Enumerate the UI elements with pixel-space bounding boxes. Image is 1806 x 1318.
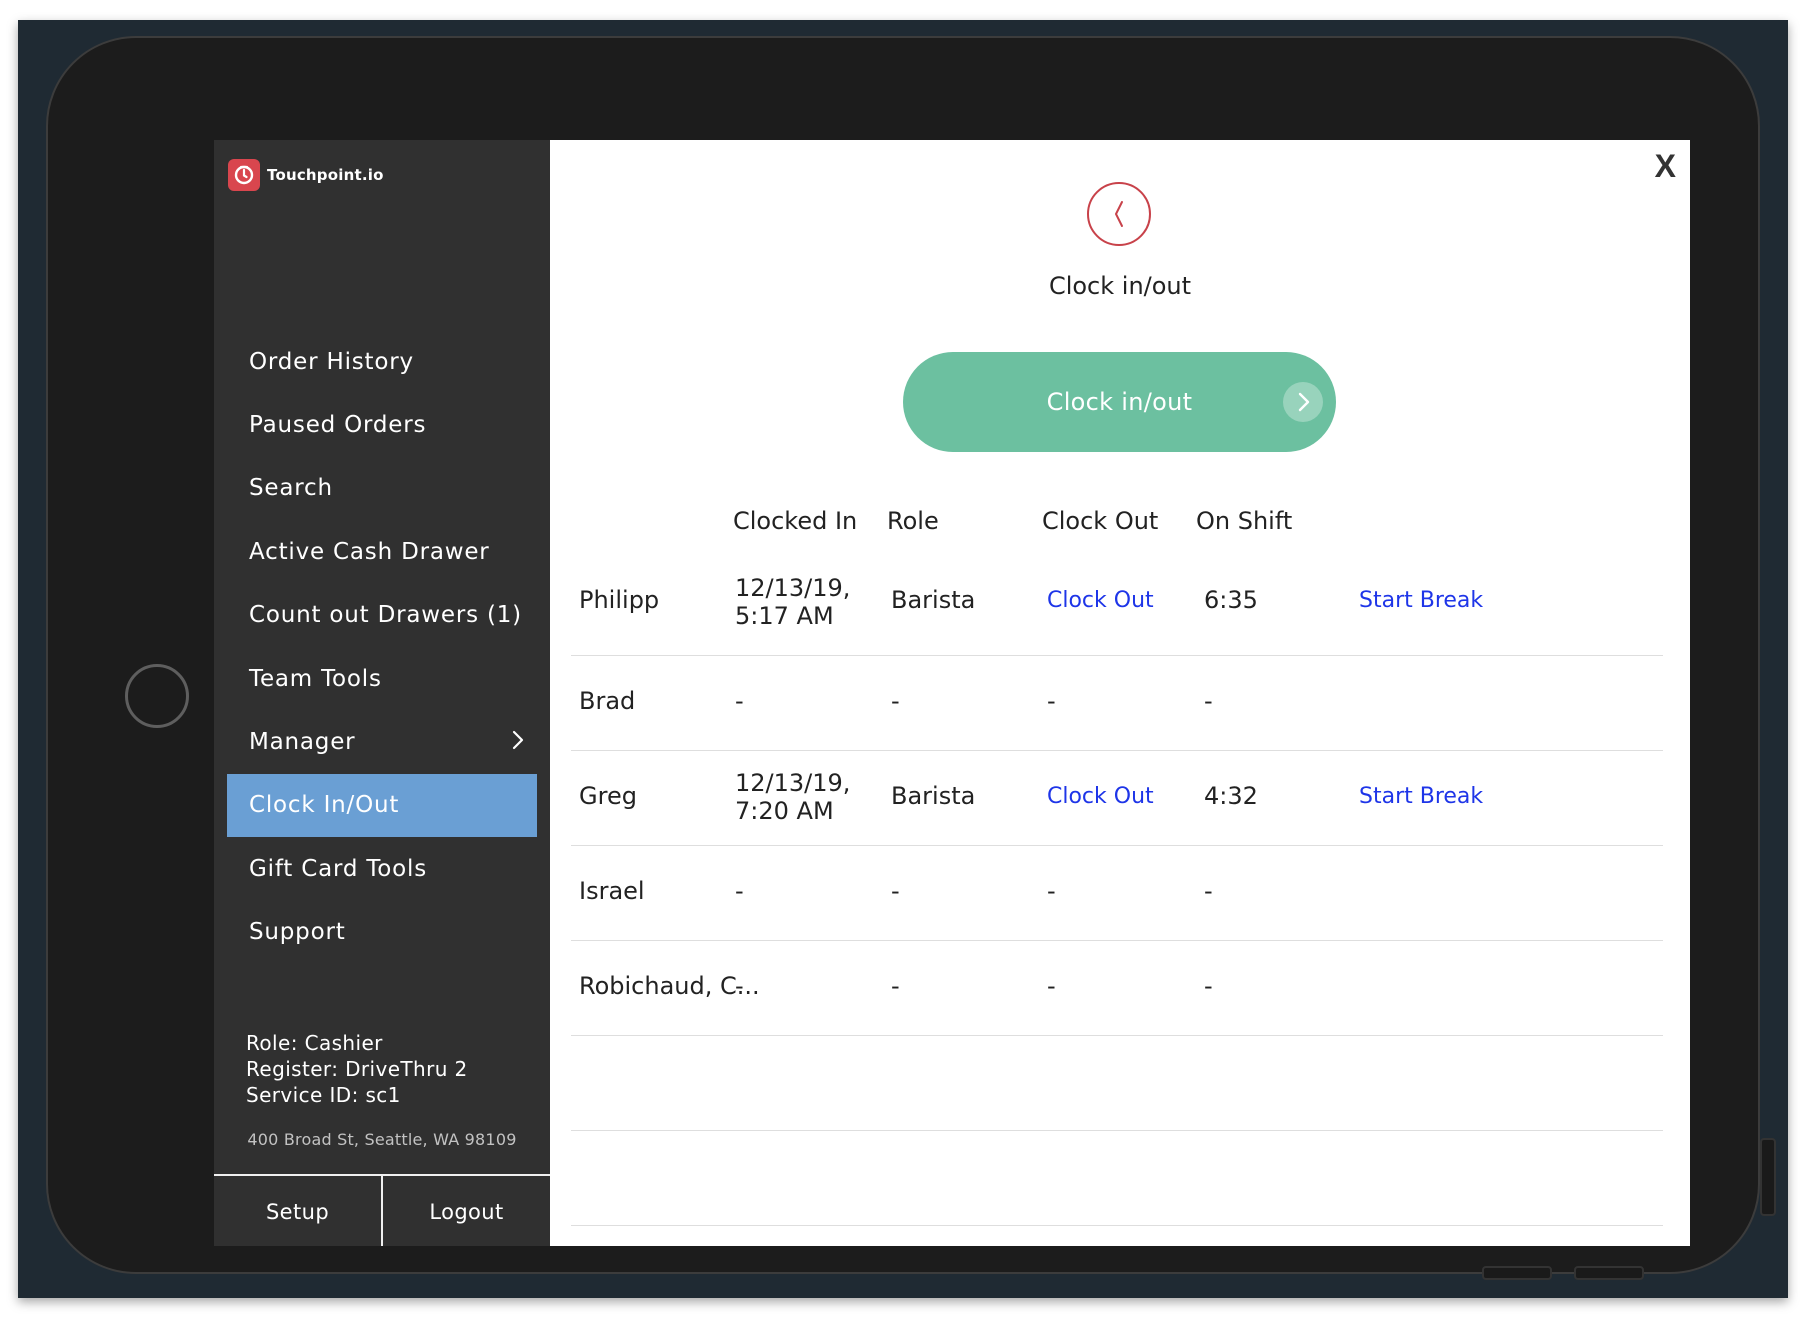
- clock-out-value: -: [1047, 877, 1056, 905]
- clock-in-out-button[interactable]: Clock in/out: [903, 352, 1336, 452]
- clock-icon: [1087, 182, 1151, 246]
- clock-out-link[interactable]: Clock Out: [1047, 588, 1154, 613]
- sidebar-item-manager[interactable]: Manager: [214, 710, 550, 773]
- service-id-text: Service ID: sc1: [246, 1083, 401, 1107]
- role-value: Barista: [891, 586, 976, 614]
- sidebar-item-paused-orders[interactable]: Paused Orders: [214, 393, 550, 456]
- sidebar-item-clock-in-out[interactable]: Clock In/Out: [227, 773, 537, 838]
- chevron-right-icon: [512, 730, 524, 756]
- store-address: 400 Broad St, Seattle, WA 98109: [247, 1130, 517, 1149]
- sidebar-item-label: Clock In/Out: [249, 792, 400, 819]
- employee-name: Robichaud, C...: [579, 972, 760, 1000]
- sidebar-item-order-history[interactable]: Order History: [214, 330, 550, 393]
- empty-table-row: [571, 1130, 1663, 1226]
- sidebar-item-label: Manager: [249, 729, 356, 756]
- register-text: Register: DriveThru 2: [246, 1057, 468, 1081]
- on-shift-value: 4:32: [1204, 782, 1258, 810]
- employee-name: Israel: [579, 877, 645, 905]
- table-row: Brad - - - -: [571, 655, 1663, 751]
- clocked-in-time: 5:17 AM: [735, 602, 834, 630]
- table-row: Greg 12/13/19, 7:20 AM Barista Clock Out…: [571, 750, 1663, 846]
- sidebar-item-label: Count out Drawers (1): [249, 602, 522, 629]
- clock-out-value: -: [1047, 972, 1056, 1000]
- sidebar-item-search[interactable]: Search: [214, 457, 550, 520]
- on-shift-value: -: [1204, 972, 1213, 1000]
- start-break-link[interactable]: Start Break: [1359, 588, 1483, 613]
- column-header-on-shift: On Shift: [1196, 507, 1293, 535]
- page-title: Clock in/out: [1048, 272, 1192, 300]
- session-info: Role: Cashier Register: DriveThru 2 Serv…: [246, 1030, 468, 1108]
- clocked-in-value: -: [735, 877, 744, 905]
- table-row: Robichaud, C... - - - -: [571, 940, 1663, 1036]
- tablet-frame: Touchpoint.io Order History Paused Order…: [46, 36, 1776, 1280]
- sidebar-item-label: Team Tools: [249, 665, 382, 692]
- main-panel: X Clock in/out Clock in/out Clocked In R…: [550, 140, 1690, 1246]
- brand-name: Touchpoint.io: [267, 166, 384, 184]
- chevron-right-icon: [1283, 382, 1323, 422]
- start-break-link[interactable]: Start Break: [1359, 784, 1483, 809]
- clocked-in-value: 12/13/19, 5:17 AM: [735, 574, 850, 630]
- close-button[interactable]: X: [1655, 148, 1676, 185]
- sidebar-footer: Setup Logout: [214, 1174, 550, 1246]
- volume-button: [1760, 1138, 1776, 1216]
- sidebar-item-label: Order History: [249, 348, 414, 375]
- sidebar-item-support[interactable]: Support: [214, 901, 550, 964]
- role-value: -: [891, 972, 900, 1000]
- role-text: Role: Cashier: [246, 1031, 383, 1055]
- touchpoint-logo-icon: [228, 159, 260, 191]
- employee-name: Greg: [579, 782, 637, 810]
- role-value: Barista: [891, 782, 976, 810]
- role-value: -: [891, 687, 900, 715]
- clock-out-link[interactable]: Clock Out: [1047, 784, 1154, 809]
- clock-in-out-button-label: Clock in/out: [1046, 388, 1193, 416]
- role-value: -: [891, 877, 900, 905]
- setup-button[interactable]: Setup: [214, 1176, 381, 1246]
- sidebar-item-label: Gift Card Tools: [249, 855, 428, 882]
- clocked-in-date: 12/13/19,: [735, 769, 851, 797]
- top-button-2: [1574, 1266, 1644, 1280]
- sidebar-item-label: Search: [249, 475, 333, 502]
- column-header-clocked-in: Clocked In: [733, 507, 858, 535]
- clocked-in-value: -: [735, 687, 744, 715]
- table-row: Philipp 12/13/19, 5:17 AM Barista Clock …: [571, 558, 1663, 656]
- column-header-clock-out: Clock Out: [1042, 507, 1159, 535]
- clocked-in-time: 7:20 AM: [735, 797, 834, 825]
- sidebar-item-count-out-drawers[interactable]: Count out Drawers (1): [214, 584, 550, 647]
- sidebar-item-label: Active Cash Drawer: [249, 538, 490, 565]
- top-button-1: [1482, 1266, 1552, 1280]
- sidebar-item-active-cash-drawer[interactable]: Active Cash Drawer: [214, 520, 550, 583]
- clocked-in-value: -: [735, 972, 744, 1000]
- employee-name: Philipp: [579, 586, 660, 614]
- sidebar-menu: Order History Paused Orders Search Activ…: [214, 330, 550, 964]
- clocked-in-date: 12/13/19,: [735, 574, 851, 602]
- employee-name: Brad: [579, 687, 636, 715]
- sidebar-item-gift-card-tools[interactable]: Gift Card Tools: [214, 837, 550, 900]
- column-header-role: Role: [887, 507, 939, 535]
- sidebar-item-label: Paused Orders: [249, 412, 427, 439]
- home-button[interactable]: [125, 664, 189, 728]
- table-row: Israel - - - -: [571, 845, 1663, 941]
- sidebar: Touchpoint.io Order History Paused Order…: [214, 140, 550, 1246]
- sidebar-item-team-tools[interactable]: Team Tools: [214, 647, 550, 710]
- on-shift-value: -: [1204, 687, 1213, 715]
- sidebar-item-label: Support: [249, 919, 346, 946]
- clock-out-value: -: [1047, 687, 1056, 715]
- empty-table-row: [571, 1035, 1663, 1131]
- clocked-in-value: 12/13/19, 7:20 AM: [735, 769, 850, 825]
- logout-button[interactable]: Logout: [381, 1176, 550, 1246]
- brand: Touchpoint.io: [228, 159, 384, 191]
- on-shift-value: -: [1204, 877, 1213, 905]
- on-shift-value: 6:35: [1204, 586, 1258, 614]
- app-screen: Touchpoint.io Order History Paused Order…: [214, 140, 1690, 1246]
